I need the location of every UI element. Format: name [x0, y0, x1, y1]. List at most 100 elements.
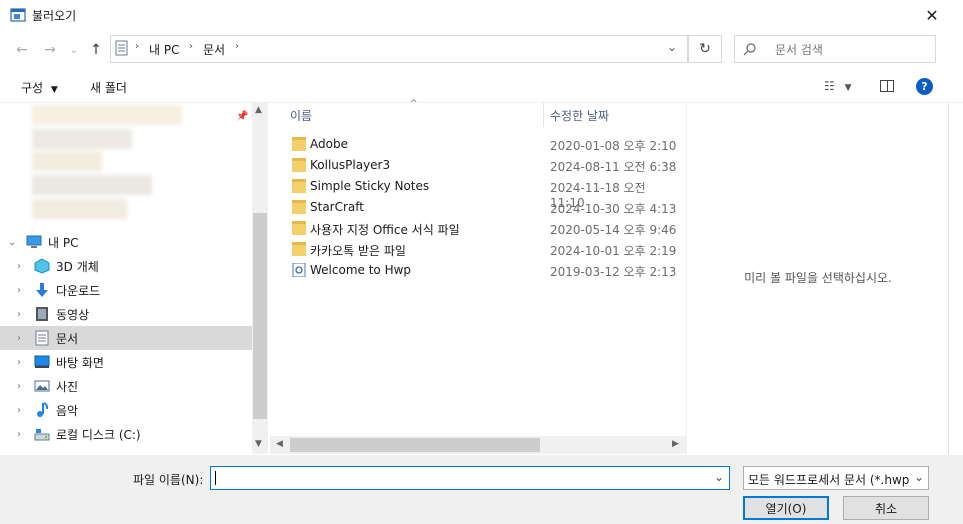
- file-date: 2024-10-01 오후 2:19: [550, 244, 677, 258]
- file-name: Simple Sticky Notes: [310, 179, 430, 193]
- file-name: 카카오톡 받은 파일: [310, 244, 406, 258]
- table-row[interactable]: 사용자 지정 Office 서식 파일 2020-05-14 오후 9:46: [282, 218, 684, 239]
- drive-icon: [34, 429, 50, 441]
- help-icon: ?: [921, 80, 928, 93]
- music-icon: [37, 402, 49, 417]
- chevron-right-icon: ›: [17, 404, 21, 416]
- scroll-up-icon[interactable]: ▲: [255, 105, 262, 115]
- folder-icon: [292, 158, 306, 172]
- breadcrumb-this-pc[interactable]: 내 PC: [149, 41, 179, 58]
- sidebar-item-3d-objects[interactable]: › 3D 개체: [0, 254, 252, 278]
- new-folder-button[interactable]: 새 폴더: [90, 79, 127, 96]
- forward-button[interactable]: →: [40, 40, 60, 60]
- chevron-right-icon: ›: [17, 380, 21, 392]
- sidebar-item-this-pc[interactable]: ⌄ 내 PC: [0, 230, 252, 254]
- cancel-button[interactable]: 취소: [843, 496, 929, 520]
- table-row[interactable]: 카카오톡 받은 파일 2024-10-01 오후 2:19: [282, 239, 684, 260]
- preview-pane-button[interactable]: [880, 80, 894, 92]
- quick-access-item[interactable]: [32, 129, 132, 149]
- folder-icon: [292, 242, 306, 256]
- breadcrumb-documents[interactable]: 문서: [203, 41, 225, 58]
- address-dropdown-icon[interactable]: ⌄: [667, 40, 677, 54]
- quick-access-item[interactable]: [32, 105, 182, 125]
- chevron-down-icon: ⌄: [69, 44, 79, 56]
- search-icon: [743, 43, 756, 56]
- sidebar-scrollbar[interactable]: ▲ ▼: [252, 103, 268, 454]
- toolbar: [0, 72, 963, 103]
- chevron-right-icon: ›: [17, 356, 21, 368]
- search-input[interactable]: 문서 검색: [775, 41, 823, 58]
- table-row[interactable]: StarCraft 2024-10-30 오후 4:13: [282, 197, 684, 218]
- quick-access-item[interactable]: [32, 199, 127, 219]
- table-row[interactable]: Adobe 2020-01-08 오후 2:10: [282, 134, 684, 155]
- column-divider[interactable]: [543, 103, 544, 127]
- table-row[interactable]: KollusPlayer3 2024-08-11 오전 6:38: [282, 155, 684, 176]
- breadcrumb-separator-icon: ›: [189, 41, 193, 52]
- app-icon: [10, 8, 26, 22]
- sidebar-item-label: 3D 개체: [56, 259, 99, 274]
- chevron-right-icon: ›: [17, 332, 21, 344]
- caret-down-icon: ▼: [50, 85, 58, 95]
- filename-input[interactable]: ⌄: [210, 466, 730, 490]
- document-icon: [35, 330, 49, 346]
- horizontal-scrollbar[interactable]: ◀ ▶: [270, 436, 686, 454]
- sidebar-item-local-disk[interactable]: › 로컬 디스크 (C:): [0, 422, 252, 446]
- scrollbar-thumb[interactable]: [253, 213, 267, 419]
- close-button[interactable]: ✕: [912, 0, 952, 30]
- title-bar: [0, 0, 963, 30]
- quick-access-item[interactable]: [32, 151, 102, 171]
- view-options-button[interactable]: ☷ ▼: [824, 79, 852, 93]
- filetype-select[interactable]: 모든 워드프로세서 문서 (*.hwp ⌄: [743, 466, 929, 490]
- sidebar-item-label: 동영상: [56, 307, 90, 322]
- text-cursor: [215, 471, 216, 485]
- breadcrumb-separator-icon: ›: [235, 41, 239, 52]
- up-button[interactable]: ↑: [86, 40, 106, 60]
- file-name: StarCraft: [310, 200, 364, 214]
- recent-locations-button[interactable]: ⌄: [64, 40, 84, 60]
- scrollbar-thumb[interactable]: [290, 438, 540, 452]
- file-date: 2020-01-08 오후 2:10: [550, 139, 677, 153]
- column-header-name[interactable]: 이름: [290, 103, 312, 127]
- table-row[interactable]: Welcome to Hwp 2019-03-12 오후 2:13: [282, 260, 684, 281]
- sidebar-item-desktop[interactable]: › 바탕 화면: [0, 350, 252, 374]
- file-date: 2020-05-14 오후 9:46: [550, 223, 677, 237]
- quick-access-item[interactable]: [32, 175, 152, 195]
- sidebar-item-music[interactable]: › 음악: [0, 398, 252, 422]
- help-button[interactable]: ?: [916, 78, 933, 95]
- arrow-right-icon: →: [44, 42, 56, 58]
- sidebar-item-videos[interactable]: › 동영상: [0, 302, 252, 326]
- organize-menu[interactable]: 구성 ▼: [21, 79, 58, 96]
- chevron-down-icon: ⌄: [8, 236, 17, 248]
- sidebar-item-documents[interactable]: › 문서: [0, 326, 252, 350]
- scroll-right-icon[interactable]: ▶: [672, 439, 679, 449]
- 3d-objects-icon: [34, 258, 50, 274]
- folder-icon: [292, 200, 306, 214]
- sidebar-item-label: 음악: [56, 403, 79, 418]
- scroll-left-icon[interactable]: ◀: [276, 439, 283, 449]
- chevron-down-icon[interactable]: ⌄: [714, 470, 724, 484]
- refresh-button[interactable]: ↻: [688, 35, 722, 63]
- preview-message: 미리 볼 파일을 선택하십시오.: [744, 271, 892, 285]
- sidebar-item-label: 사진: [56, 379, 79, 394]
- pictures-icon: [34, 380, 50, 392]
- column-header-date[interactable]: 수정한 날짜: [550, 103, 609, 127]
- sidebar-item-pictures[interactable]: › 사진: [0, 374, 252, 398]
- open-button[interactable]: 열기(O): [743, 496, 829, 520]
- address-bar[interactable]: › 내 PC › 문서 › ⌄: [110, 35, 688, 63]
- sidebar-item-label: 문서: [56, 331, 79, 346]
- sidebar-item-downloads[interactable]: › 다운로드: [0, 278, 252, 302]
- file-name: 사용자 지정 Office 서식 파일: [310, 223, 460, 237]
- search-box[interactable]: 문서 검색: [734, 35, 936, 63]
- file-date: 2019-03-12 오후 2:13: [550, 265, 677, 279]
- preview-pane: 미리 볼 파일을 선택하십시오.: [686, 103, 949, 454]
- chevron-right-icon: ›: [17, 284, 21, 296]
- folder-icon: [292, 179, 306, 193]
- hwp-document-icon: [292, 263, 306, 277]
- document-folder-icon: [115, 40, 128, 56]
- table-row[interactable]: Simple Sticky Notes 2024-11-18 오전 11:10: [282, 176, 684, 210]
- back-button[interactable]: ←: [12, 40, 32, 60]
- scroll-down-icon[interactable]: ▼: [255, 439, 262, 449]
- preview-pane-icon: [887, 81, 891, 91]
- breadcrumb-separator-icon: ›: [135, 41, 139, 52]
- sidebar-item-label: 로컬 디스크 (C:): [56, 427, 141, 442]
